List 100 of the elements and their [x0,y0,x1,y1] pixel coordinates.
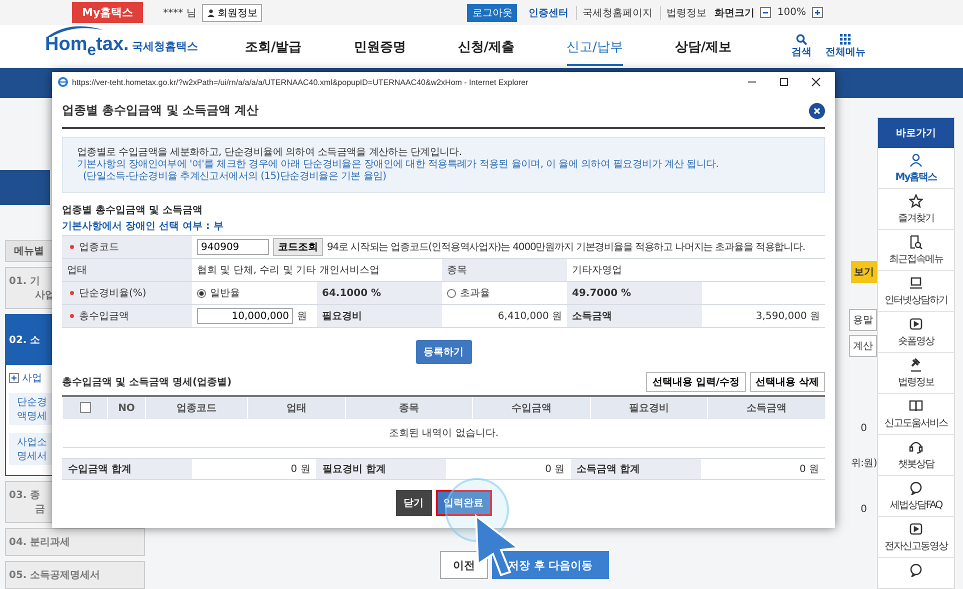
register-button[interactable]: 등록하기 [416,340,472,364]
member-info-button[interactable]: 회원정보 [202,4,262,22]
step-label: 01. 기 [9,275,40,288]
page-title-banner [0,170,50,205]
total-value: 0 원 [192,458,316,480]
sub-menu-item[interactable]: 사업 [22,371,42,385]
business-type-value: 협회 및 단체, 수리 및 기타 개인서비스업 [192,258,442,282]
total-label: 필요경비 합계 [316,458,446,480]
window-title: https://ver-teht.hometax.go.kr/?w2xPath=/ui/rn/a/a/a/a/UTERNAAC40.xml&popupID=UTERNAAC40&w2xHom - Internet Explorer [72,78,528,86]
column-header: 필요경비 [590,396,708,419]
field-label: 필요경비 [317,304,442,328]
play-icon [909,522,923,536]
chat-icon[interactable] [909,563,923,577]
radio-button[interactable] [447,288,456,298]
person-icon [207,8,216,16]
nav-tab[interactable]: 조회/발급 [245,28,302,66]
table-cell-text: 0 [860,422,868,436]
column-header: 수입금액 [472,396,590,419]
previous-button[interactable]: 이전 [440,551,488,579]
column-header: 소득금액 [708,396,825,419]
column-header: NO [108,396,146,419]
code-lookup-button[interactable]: 코드조회 [273,238,323,256]
user-name: **** 님 [163,6,196,20]
zoom-in-icon[interactable] [812,7,823,18]
nav-tab[interactable]: 상담/제보 [674,28,732,66]
search-button[interactable]: 검색 [792,34,812,59]
step-label: 05. 소득공제명세서 [9,569,100,582]
field-label: 단순경비율(%) [62,282,192,304]
close-button[interactable]: 닫기 [396,490,432,516]
column-header: 종목 [346,396,472,419]
all-menu-button[interactable]: 전체메뉴 [826,34,866,59]
tab-button[interactable]: 용말 [849,309,877,331]
plus-icon [9,373,19,383]
close-icon[interactable] [809,102,825,118]
field-label: 소득금액 [567,304,702,328]
table-cell-text: 0 [860,503,868,517]
sub-menu-note[interactable]: 사업소 명세서 [9,433,54,465]
total-value: 0 원 [446,458,571,480]
star-icon [909,194,923,208]
zoom-label: 화면크기 [714,6,754,20]
search-icon [796,34,808,45]
zoom-out-icon[interactable] [760,7,772,18]
unit-note: 위:원) [850,458,877,470]
tab-button[interactable]: 계산 [849,335,877,357]
nav-tab[interactable]: 민원증명 [354,28,406,66]
step-label: 금 [34,503,45,516]
action-button[interactable]: 선택내용 입력/수정 [646,372,746,392]
field-label: 업종코드 [62,236,192,258]
info-note: (단일소득-단순경비율 추계신고서에서의 (15)단순경비율은 기본 율임) [82,171,388,183]
nav-tab[interactable]: 신고/납부 [566,28,623,66]
rate-value: 64.1000 % [317,282,442,304]
column-header: 업태 [248,396,346,419]
headset-icon [909,440,923,454]
logo[interactable]: Hom$_{e}$tax. [45,34,129,60]
unit-label: 원 [297,310,307,323]
business-code-field[interactable]: 940909 [197,239,269,255]
person-icon [909,153,923,167]
logo-subtitle: 국세청홈택스 [132,38,198,54]
step-label: 02. 소 [9,334,40,347]
disability-notice: 기본사항에서 장애인 선택 여부 : 부 [62,220,224,233]
close-icon[interactable] [811,77,821,87]
step-label: 03. 종 [9,489,40,502]
logout-button[interactable]: 로그아웃 [467,4,518,22]
field-label: 업태 [62,258,192,282]
step-item[interactable]: 04. 분리과세 [5,528,145,556]
logo-swoosh-icon [45,24,105,38]
maximize-icon[interactable] [779,77,789,87]
section-title: 총수입금액 및 소득금액 명세(업종별) [62,376,232,389]
top-link[interactable]: 국세청홈페이지 [576,6,654,20]
zoom-value: 100% [777,7,806,18]
chat-icon [909,481,923,495]
select-all-checkbox[interactable] [80,402,90,414]
top-link[interactable]: 법령정보 [660,6,708,20]
step-label: 04. 분리과세 [9,536,70,549]
book-icon [909,399,923,413]
nav-tab[interactable]: 신청/제출 [458,28,514,66]
rate-value: 49.7000 % [567,282,702,304]
grid-menu-icon [840,34,852,45]
sub-menu-note[interactable]: 단순경 액명세 [9,393,54,425]
view-button[interactable]: 보기 [851,261,877,283]
top-link[interactable]: 인증센터 [523,6,570,20]
save-next-button[interactable]: 저장 후 다음이동 [492,551,609,579]
radio-button[interactable] [197,288,206,298]
empty-message: 조회된 내역이 없습니다. [62,419,825,448]
action-button[interactable]: 선택내용 삭제 [750,372,825,392]
radio-label: 일반율 [210,287,240,300]
expense-value: 6,410,000 원 [442,304,567,328]
quick-menu-header: 바로가기 [878,118,954,148]
gavel-icon [909,358,923,372]
item-value: 기타자영업 [567,258,825,282]
step-item[interactable]: 05. 소득공제명세서 [5,561,145,589]
my-hometax-button[interactable]: My홈택스 [72,2,144,23]
dialog-title: 업종별 총수입금액 및 소득금액 계산 [62,102,260,119]
column-header: 업종코드 [146,396,248,419]
revenue-field[interactable]: 10,000,000 [197,308,293,324]
play-icon [909,317,923,331]
total-label: 소득금액 합계 [570,458,701,480]
laptop-icon [909,276,923,290]
browser-icon [58,77,68,87]
total-label: 수입금액 합계 [62,458,192,480]
